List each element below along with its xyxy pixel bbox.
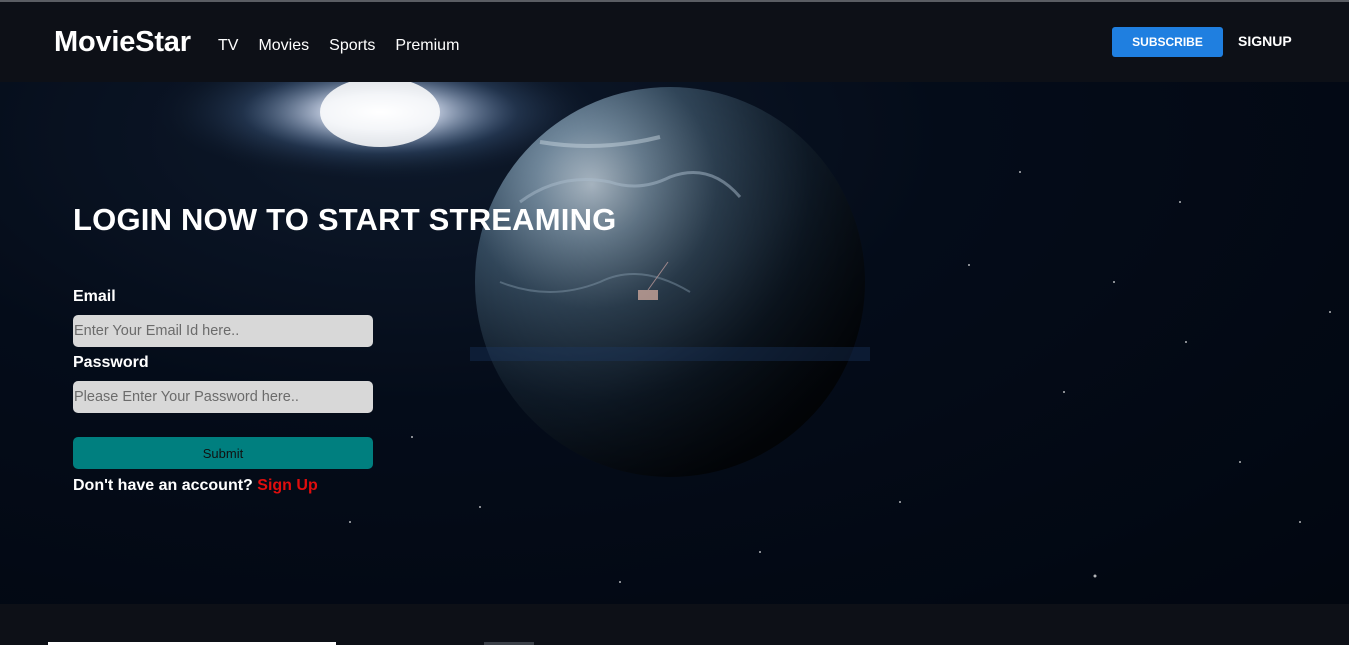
nav-links: TV Movies Sports Premium [218,37,479,55]
navbar: MovieStar TV Movies Sports Premium SUBSC… [0,2,1349,82]
account-prompt-text: Don't have an account? [73,477,253,494]
nav-link-sports[interactable]: Sports [329,37,375,55]
hero-title: LOGIN NOW TO START STREAMING [73,202,617,237]
nav-link-tv[interactable]: TV [218,37,238,55]
password-label: Password [73,354,149,371]
submit-button[interactable]: Submit [73,437,373,469]
nav-link-movies[interactable]: Movies [258,37,309,55]
subscribe-button[interactable]: SUBSCRIBE [1112,27,1223,57]
signup-nav-link[interactable]: SIGNUP [1238,33,1292,49]
email-label: Email [73,288,116,305]
signup-inline-link[interactable]: Sign Up [257,477,317,494]
footer [0,604,1349,645]
account-prompt-line: Don't have an account? Sign Up [73,477,318,495]
nav-link-premium[interactable]: Premium [395,37,459,55]
brand-logo[interactable]: MovieStar [54,26,191,59]
hero-banner: LOGIN NOW TO START STREAMING Email Passw… [0,82,1349,604]
password-input[interactable] [73,381,373,413]
email-input[interactable] [73,315,373,347]
